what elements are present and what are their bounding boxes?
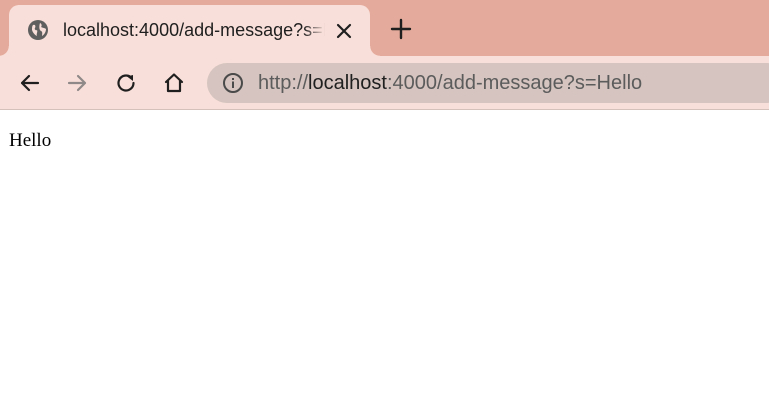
- close-icon[interactable]: [333, 20, 355, 42]
- url-text: http://localhost:4000/add-message?s=Hell…: [258, 71, 642, 95]
- address-bar[interactable]: http://localhost:4000/add-message?s=Hell…: [207, 63, 769, 103]
- arrow-right-icon[interactable]: [64, 70, 90, 96]
- tab-title: localhost:4000/add-message?s=Hello: [63, 20, 325, 40]
- active-tab[interactable]: localhost:4000/add-message?s=Hello: [0, 5, 380, 56]
- info-icon[interactable]: [222, 72, 244, 94]
- tab-strip: localhost:4000/add-message?s=Hello: [0, 0, 769, 56]
- browser-toolbar: http://localhost:4000/add-message?s=Hell…: [0, 56, 769, 110]
- url-path: :4000/add-message?s=Hello: [386, 72, 643, 94]
- arrow-left-icon[interactable]: [17, 70, 43, 96]
- url-host: localhost: [308, 72, 387, 94]
- url-scheme: http://: [258, 72, 309, 94]
- reload-icon[interactable]: [113, 70, 139, 96]
- home-icon[interactable]: [161, 70, 187, 96]
- plus-icon[interactable]: [388, 16, 414, 42]
- globe-icon: [28, 20, 48, 40]
- page-text: Hello: [9, 130, 52, 151]
